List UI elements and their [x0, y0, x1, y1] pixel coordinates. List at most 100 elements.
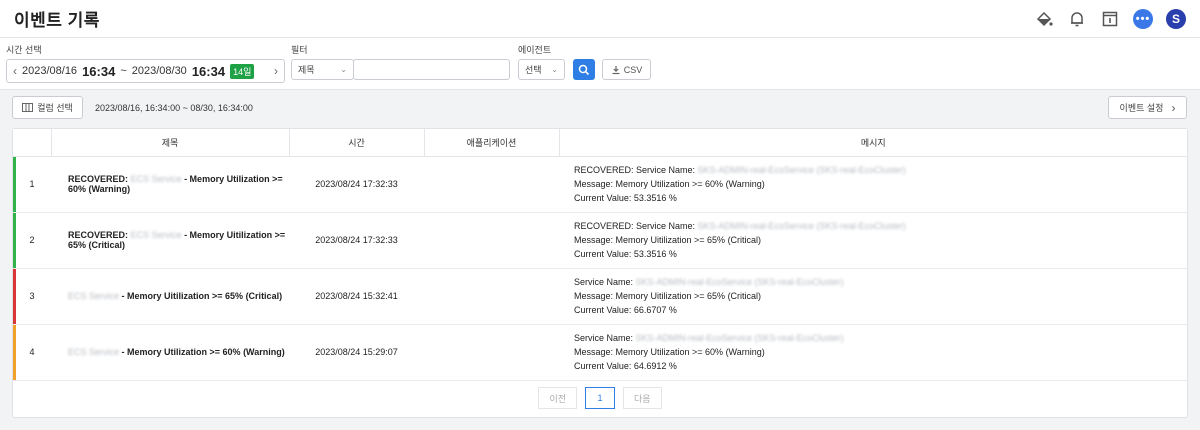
table-row[interactable]: 2 RECOVERED: ECS Service - Memory Uitili… — [13, 212, 1187, 269]
status-bar — [13, 324, 16, 380]
agent-select-value: 선택 — [525, 65, 542, 75]
message-prefix: RECOVERED: Service Name: — [574, 221, 698, 231]
message-line-3: Current Value: 53.3516 % — [574, 193, 677, 203]
chevron-down-icon: ⌄ — [551, 65, 558, 74]
col-application[interactable]: 애플리케이션 — [424, 129, 560, 157]
csv-download-button[interactable]: CSV — [602, 59, 651, 80]
chevron-right-icon: › — [1171, 100, 1176, 115]
row-number: 3 — [13, 268, 51, 325]
message-redacted: SKS-ADMIN-real-EcoService (SKS-real-EcoC… — [697, 221, 906, 231]
header-icons: ••• S — [1034, 8, 1186, 29]
status-bar — [13, 268, 16, 324]
message-line-2: Message: Memory Uitilization >= 65% (Cri… — [574, 291, 762, 301]
filter-field-value: 제목 — [298, 65, 315, 75]
message-line-2: Message: Memory Uitilization >= 65% (Cri… — [574, 235, 762, 245]
title-prefix: RECOVERED: — [68, 174, 129, 184]
event-message: Service Name: SKS-ADMIN-real-EcoService … — [559, 324, 1187, 381]
page-1-button[interactable]: 1 — [585, 387, 615, 409]
event-time: 2023/08/24 17:32:33 — [289, 212, 424, 269]
status-bar — [13, 212, 16, 268]
filter-field-select[interactable]: 제목 ⌄ — [291, 59, 354, 80]
columns-icon — [22, 103, 34, 112]
page-header: 이벤트 기록 ••• S — [0, 0, 1200, 38]
title-redacted: ECS Service — [130, 174, 182, 184]
time-range-picker[interactable]: ‹ 2023/08/16 16:34 ~ 2023/08/30 16:34 14… — [6, 59, 285, 83]
table-body: 1 RECOVERED: ECS Service - Memory Utiliz… — [13, 156, 1187, 381]
row-number: 1 — [13, 156, 51, 213]
row-number-text: 2 — [29, 235, 35, 245]
row-number-text: 3 — [29, 291, 35, 301]
pagination: 이전 1 다음 — [13, 387, 1187, 409]
message-line-2: Message: Memory Utilization >= 60% (Warn… — [574, 179, 765, 189]
agent-select[interactable]: 선택 ⌄ — [518, 59, 565, 80]
col-title[interactable]: 제목 — [51, 129, 290, 157]
event-title[interactable]: RECOVERED: ECS Service - Memory Utilizat… — [51, 156, 289, 213]
title-text: - Memory Uitilization >= 65% (Critical) — [119, 291, 283, 301]
message-redacted: SKS-ADMIN-real-EcoService (SKS-real-EcoC… — [697, 165, 906, 175]
title-redacted: ECS Service — [68, 347, 120, 357]
csv-label: CSV — [623, 64, 643, 75]
status-bar — [13, 156, 16, 212]
message-prefix: Service Name: — [574, 333, 636, 343]
chat-icon[interactable]: ••• — [1133, 8, 1153, 29]
column-select-button[interactable]: 컬럼 선택 — [12, 96, 83, 119]
event-message: Service Name: SKS-ADMIN-real-EcoService … — [559, 268, 1187, 325]
table-toolbar: 컬럼 선택 2023/08/16, 16:34:00 ~ 08/30, 16:3… — [0, 90, 1200, 128]
table-row[interactable]: 3 ECS Service - Memory Uitilization >= 6… — [13, 268, 1187, 325]
filter-text-input[interactable] — [353, 59, 510, 80]
event-application — [424, 324, 559, 381]
filter-panel: 시간 선택 ‹ 2023/08/16 16:34 ~ 2023/08/30 16… — [0, 38, 1200, 90]
col-number — [13, 129, 52, 157]
title-text: - Memory Utilization >= 60% (Warning) — [119, 347, 285, 357]
next-page-button[interactable]: 다음 — [623, 387, 662, 409]
event-title[interactable]: RECOVERED: ECS Service - Memory Uitiliza… — [51, 212, 289, 269]
event-application — [424, 212, 559, 269]
time-from-time: 16:34 — [82, 63, 116, 79]
col-time[interactable]: 시간 — [289, 129, 425, 157]
chevron-left-icon[interactable]: ‹ — [13, 64, 17, 78]
message-line-1: RECOVERED: Service Name: SKS-ADMIN-real-… — [574, 219, 1187, 233]
time-select-label: 시간 선택 — [6, 45, 42, 55]
row-number: 2 — [13, 212, 51, 269]
message-line-3: Current Value: 66.6707 % — [574, 305, 677, 315]
table-row[interactable]: 4 ECS Service - Memory Utilization >= 60… — [13, 324, 1187, 381]
message-line-1: Service Name: SKS-ADMIN-real-EcoService … — [574, 331, 1187, 345]
event-title[interactable]: ECS Service - Memory Uitilization >= 65%… — [51, 268, 289, 325]
event-application — [424, 156, 559, 213]
event-application — [424, 268, 559, 325]
page-title: 이벤트 기록 — [14, 11, 100, 30]
table-row[interactable]: 1 RECOVERED: ECS Service - Memory Utiliz… — [13, 156, 1187, 213]
message-redacted: SKS-ADMIN-real-EcoService (SKS-real-EcoC… — [635, 333, 844, 343]
time-to-date: 2023/08/30 — [131, 65, 187, 77]
event-settings-button[interactable]: 이벤트 설정 › — [1108, 96, 1187, 119]
chevron-down-icon: ⌄ — [340, 65, 347, 74]
column-select-label: 컬럼 선택 — [37, 103, 73, 113]
chevron-right-icon[interactable]: › — [274, 64, 278, 78]
row-number: 4 — [13, 324, 51, 381]
table-header-row: 제목 시간 애플리케이션 메시지 — [13, 129, 1187, 157]
event-title[interactable]: ECS Service - Memory Utilization >= 60% … — [51, 324, 289, 381]
title-redacted: ECS Service — [68, 291, 120, 301]
row-number-text: 1 — [29, 179, 35, 189]
event-table-card: 제목 시간 애플리케이션 메시지 1 RECOVERED: ECS Servic… — [12, 128, 1188, 418]
time-to-time: 16:34 — [191, 63, 226, 79]
bell-icon[interactable] — [1067, 9, 1087, 29]
title-prefix: RECOVERED: — [68, 230, 129, 240]
message-line-1: Service Name: SKS-ADMIN-real-EcoService … — [574, 275, 1187, 289]
prev-page-button[interactable]: 이전 — [538, 387, 577, 409]
info-panel-icon[interactable] — [1100, 9, 1120, 29]
time-separator: ~ — [120, 65, 127, 77]
event-time: 2023/08/24 15:32:41 — [289, 268, 424, 325]
message-redacted: SKS-ADMIN-real-EcoService (SKS-real-EcoC… — [635, 277, 844, 287]
days-badge: 14일 — [230, 63, 255, 79]
filter-label: 필터 — [291, 45, 308, 55]
avatar[interactable]: S — [1166, 8, 1186, 29]
col-message[interactable]: 메시지 — [559, 129, 1187, 157]
event-time: 2023/08/24 17:32:33 — [289, 156, 424, 213]
range-text: 2023/08/16, 16:34:00 ~ 08/30, 16:34:00 — [95, 103, 253, 113]
search-button[interactable] — [573, 59, 595, 80]
message-prefix: RECOVERED: Service Name: — [574, 165, 698, 175]
search-icon — [578, 64, 590, 75]
event-time: 2023/08/24 15:29:07 — [289, 324, 424, 381]
paint-bucket-icon[interactable] — [1034, 9, 1054, 29]
